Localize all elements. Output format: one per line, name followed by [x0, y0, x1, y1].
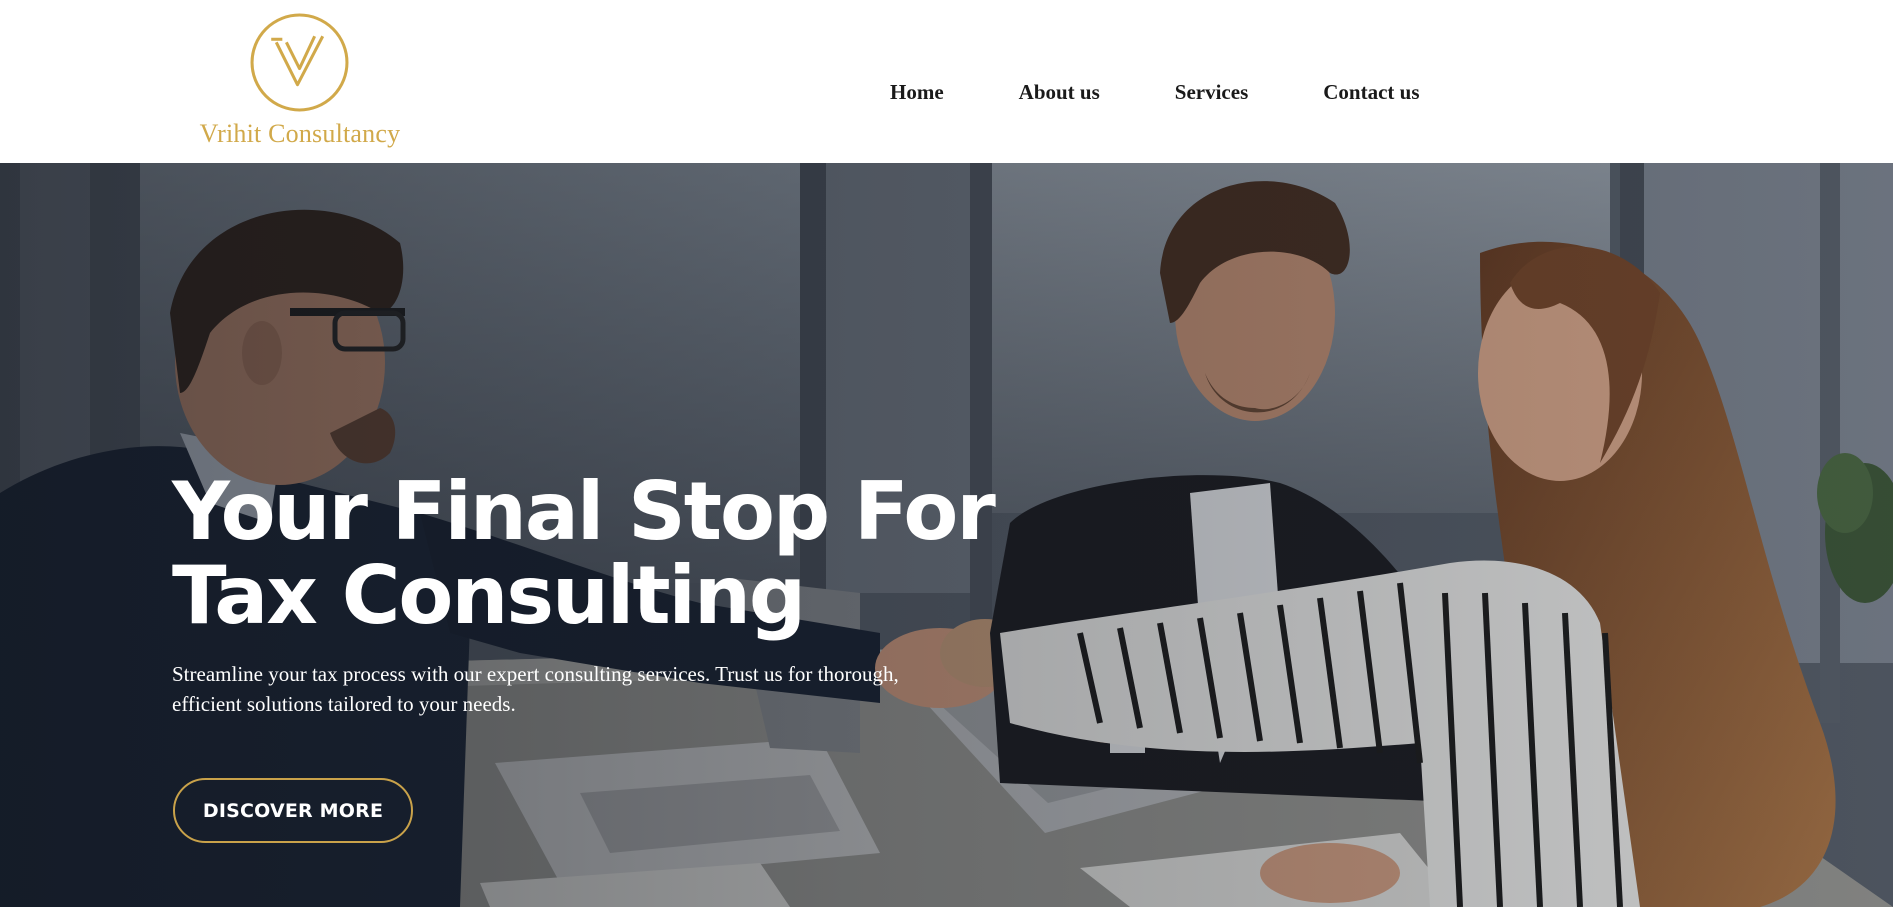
nav-item-contact-us[interactable]: Contact us	[1323, 72, 1419, 113]
site-header: Vrihit Consultancy Home About us Service…	[0, 0, 1893, 163]
nav-item-about-us[interactable]: About us	[1019, 72, 1100, 113]
nav-item-home[interactable]: Home	[890, 72, 944, 113]
nav-item-services[interactable]: Services	[1175, 72, 1248, 113]
discover-more-button[interactable]: DISCOVER MORE	[173, 778, 413, 843]
main-nav: Home About us Services Contact us	[890, 70, 1420, 114]
brand-name: Vrihit Consultancy	[199, 119, 401, 148]
brand-logo[interactable]: Vrihit Consultancy	[189, 10, 411, 152]
hero-title: Your Final Stop For Tax Consulting	[172, 465, 996, 642]
hero-section: Your Final Stop For Tax Consulting Strea…	[0, 163, 1893, 907]
hero-title-line-2: Tax Consulting	[172, 549, 806, 642]
hero-title-line-1: Your Final Stop For	[172, 465, 996, 558]
v-monogram-circle-icon	[250, 13, 349, 112]
hero-description: Streamline your tax process with our exp…	[172, 662, 899, 716]
